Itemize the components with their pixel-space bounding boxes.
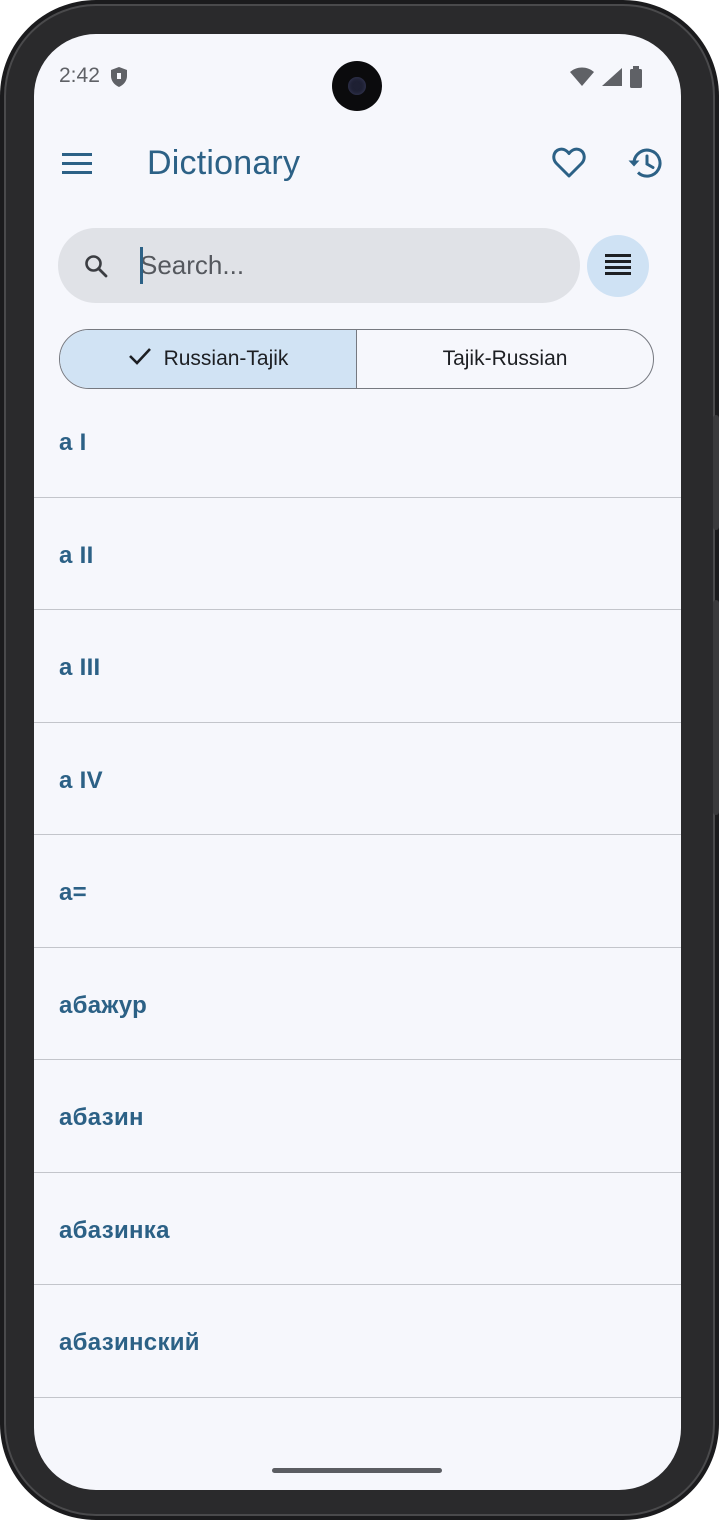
word-label: абазинка <box>59 1216 170 1244</box>
list-item[interactable]: а IV <box>34 723 681 835</box>
word-label: абазин <box>59 1104 144 1131</box>
word-label: абажур <box>59 991 148 1019</box>
list-item[interactable]: а= <box>34 835 681 948</box>
side-button <box>713 415 719 530</box>
segment-tajik-russian[interactable]: Tajik-Russian <box>357 330 653 388</box>
list-item[interactable]: абажур <box>34 948 681 1060</box>
status-bar: 2:42 <box>34 34 681 120</box>
search-input[interactable] <box>140 242 560 288</box>
word-list: а I а II а III а IV а= абажур абазин аба… <box>34 385 681 1398</box>
history-button[interactable] <box>622 142 668 188</box>
word-label: а= <box>59 879 87 906</box>
page-title: Dictionary <box>147 144 301 182</box>
search-icon <box>84 254 108 283</box>
phone-frame: 2:42 Dictionary Search... Russian-Tajik … <box>0 0 719 1520</box>
list-item[interactable]: а III <box>34 610 681 723</box>
list-item[interactable]: а II <box>34 498 681 610</box>
segment-label: Tajik-Russian <box>442 347 568 370</box>
segment-label: Russian-Tajik <box>163 347 289 370</box>
word-label: абазинский <box>59 1329 200 1356</box>
status-time: 2:42 <box>59 64 100 87</box>
history-icon <box>627 147 663 184</box>
list-icon <box>604 252 632 281</box>
list-item[interactable]: абазинский <box>34 1285 681 1398</box>
check-icon <box>128 346 152 372</box>
heart-icon <box>552 147 586 184</box>
wifi-icon <box>569 67 595 92</box>
list-item[interactable]: абазин <box>34 1060 681 1173</box>
app-bar: Dictionary <box>34 130 681 200</box>
word-label: а I <box>59 429 87 456</box>
battery-icon <box>629 66 643 93</box>
word-label: а III <box>59 654 101 681</box>
word-label: а II <box>59 541 94 569</box>
side-button <box>713 600 719 815</box>
direction-toggle: Russian-Tajik Tajik-Russian <box>59 329 654 389</box>
screen: 2:42 Dictionary Search... Russian-Tajik … <box>34 34 681 1490</box>
search-bar[interactable] <box>58 228 580 303</box>
list-item[interactable]: а I <box>34 385 681 498</box>
shield-icon <box>110 66 128 93</box>
status-icons <box>569 66 643 93</box>
signal-icon <box>601 67 623 92</box>
favorites-button[interactable] <box>546 142 592 188</box>
text-cursor <box>140 247 143 284</box>
list-view-button[interactable] <box>587 235 649 297</box>
home-indicator[interactable] <box>272 1468 442 1473</box>
segment-russian-tajik[interactable]: Russian-Tajik <box>60 330 357 388</box>
list-item[interactable]: абазинка <box>34 1173 681 1285</box>
front-camera <box>332 61 382 111</box>
menu-button[interactable] <box>56 144 98 186</box>
word-label: а IV <box>59 766 103 794</box>
menu-icon <box>61 151 93 180</box>
